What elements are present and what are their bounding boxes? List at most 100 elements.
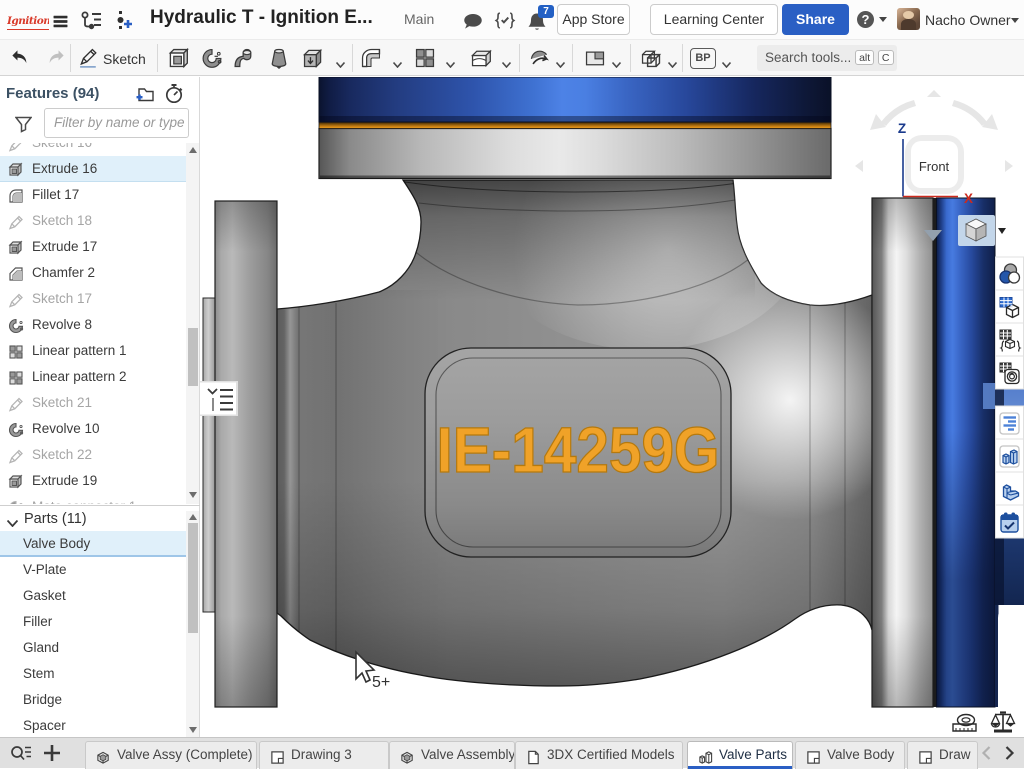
search-tools-input[interactable]: Search tools... alt C (757, 45, 897, 71)
linear-pattern-tool-icon[interactable] (414, 47, 436, 69)
feature-row[interactable]: Extrude 19 (0, 468, 186, 494)
document-tab[interactable]: Draw (907, 741, 978, 769)
scrollbar-thumb[interactable] (188, 523, 198, 633)
sketch-tool-label[interactable]: Sketch (103, 51, 146, 67)
feature-row[interactable]: Sketch 21 (0, 390, 186, 416)
features-scrollbar[interactable] (186, 143, 199, 504)
notes-list-icon[interactable] (1000, 413, 1019, 434)
feature-row[interactable]: Linear pattern 1 (0, 338, 186, 364)
engraving-pad[interactable]: IE-14259G (425, 348, 731, 557)
loft-tool-icon[interactable] (268, 47, 290, 69)
shell-dropdown-icon[interactable] (502, 55, 511, 61)
panel-toggle-tab[interactable] (200, 381, 238, 416)
part-row[interactable]: Gland (0, 635, 186, 661)
feature-row[interactable]: Sketch 18 (0, 208, 186, 234)
add-tab-icon[interactable] (43, 743, 61, 763)
feature-row[interactable]: Sketch 22 (0, 442, 186, 468)
view-orientation-caret-icon[interactable] (998, 228, 1006, 234)
part-row[interactable]: Valve Body (0, 531, 186, 557)
document-tab[interactable]: Valve Assy (Complete) (85, 741, 257, 769)
ignition-logo[interactable]: Ignition (7, 15, 49, 30)
custom-feature-bp-icon[interactable]: BP (690, 48, 716, 69)
feature-row[interactable]: Linear pattern 2 (0, 364, 186, 390)
tab-manager-icon[interactable] (10, 744, 32, 763)
shell-tool-icon[interactable] (470, 47, 492, 69)
tape-measure-icon[interactable] (953, 715, 976, 732)
feature-row[interactable]: Mate connector 1 (0, 494, 186, 504)
document-tab[interactable]: Valve Parts (687, 741, 793, 769)
feature-row[interactable]: Fillet 17 (0, 182, 186, 208)
rollback-stopwatch-icon[interactable] (164, 83, 184, 104)
feature-row[interactable]: Revolve 10 (0, 416, 186, 442)
revolve-tool-icon[interactable] (201, 47, 223, 69)
feature-row[interactable]: Revolve 8 (0, 312, 186, 338)
tab-scroll-left-icon[interactable] (979, 745, 995, 761)
scroll-down-icon[interactable] (189, 727, 197, 733)
workspace-name[interactable]: Main (404, 11, 434, 27)
modify-fillet-tool-icon[interactable] (528, 47, 550, 69)
gasket-ring[interactable] (319, 122, 831, 129)
tasks-icon[interactable] (494, 10, 516, 31)
part-row[interactable]: V-Plate (0, 557, 186, 583)
help-menu-icon[interactable]: ? (857, 11, 874, 28)
sketch-tool-icon[interactable] (78, 47, 100, 69)
boolean-dropdown-icon[interactable] (668, 55, 677, 61)
part-row[interactable]: Stem (0, 661, 186, 687)
feature-row[interactable]: Extrude 16 (0, 156, 186, 182)
feature-row[interactable]: Sketch 17 (0, 286, 186, 312)
graphics-viewport[interactable]: IE-14259G Front Z X (200, 77, 1024, 737)
plane-dropdown-icon[interactable] (612, 55, 621, 61)
feature-row[interactable]: Extrude 17 (0, 234, 186, 260)
tasks-check-icon[interactable] (1001, 513, 1018, 533)
hamburger-menu-icon[interactable] (52, 13, 69, 30)
feature-row[interactable]: Chamfer 2 (0, 260, 186, 286)
document-tab[interactable]: Valve Assembly (389, 741, 515, 769)
linear-pattern-dropdown-icon[interactable] (446, 55, 455, 61)
fillet-tool-icon[interactable] (360, 47, 382, 69)
undo-icon[interactable] (9, 47, 31, 69)
part-row[interactable]: Spacer (0, 713, 186, 737)
add-folder-icon[interactable] (135, 86, 154, 102)
sweep-tool-icon[interactable] (233, 47, 255, 69)
comments-icon[interactable] (463, 13, 483, 30)
extrude-tool-icon[interactable] (167, 47, 189, 69)
custom-feature-dropdown-icon[interactable] (722, 55, 731, 61)
document-tab[interactable]: Valve Body (795, 741, 905, 769)
part-row[interactable]: Filler (0, 609, 186, 635)
parts-bars-icon[interactable] (1000, 446, 1019, 467)
user-avatar[interactable] (897, 8, 920, 30)
boolean-tool-icon[interactable] (640, 47, 662, 69)
filter-input[interactable]: Filter by name or type (44, 108, 189, 138)
model-canvas[interactable]: IE-14259G Front Z X (200, 77, 1024, 737)
versions-history-icon[interactable] (80, 10, 102, 32)
share-button[interactable]: Share (782, 4, 849, 35)
valve-3d-model[interactable]: IE-14259G (203, 77, 1024, 737)
tab-scroll-right-icon[interactable] (1001, 745, 1017, 761)
view-orientation-button[interactable] (958, 215, 1006, 246)
thicken-tool-icon[interactable] (302, 47, 324, 69)
app-store-button[interactable]: App Store (557, 4, 630, 35)
parts-section-header[interactable]: Parts (11) (24, 511, 87, 527)
fillet-dropdown-icon[interactable] (393, 55, 402, 61)
thicken-dropdown-icon[interactable] (336, 55, 345, 61)
scroll-up-icon[interactable] (189, 514, 197, 520)
plane-tool-icon[interactable] (584, 47, 606, 69)
scroll-down-icon[interactable] (189, 492, 197, 498)
bonnet-flange[interactable] (319, 129, 831, 179)
view-orientation-label[interactable]: Front (919, 159, 950, 174)
scrollbar-thumb[interactable] (188, 328, 198, 386)
feature-row[interactable]: Sketch 16 (0, 143, 186, 156)
document-tab[interactable]: 3DX Certified Models (515, 741, 683, 769)
user-name[interactable]: Nacho Owner (925, 12, 1011, 28)
bonnet-blue-part[interactable] (319, 77, 831, 122)
insert-version-icon[interactable] (112, 10, 134, 32)
parts-scrollbar[interactable] (186, 511, 199, 737)
redo-icon[interactable] (45, 47, 67, 69)
left-flange-boss-face[interactable] (203, 298, 215, 612)
scroll-up-icon[interactable] (189, 147, 197, 153)
part-row[interactable]: Bridge (0, 687, 186, 713)
learning-center-button[interactable]: Learning Center (650, 4, 778, 35)
part-row[interactable]: Gasket (0, 583, 186, 609)
modify-dropdown-icon[interactable] (556, 55, 565, 61)
document-tab[interactable]: Drawing 3 (259, 741, 389, 769)
